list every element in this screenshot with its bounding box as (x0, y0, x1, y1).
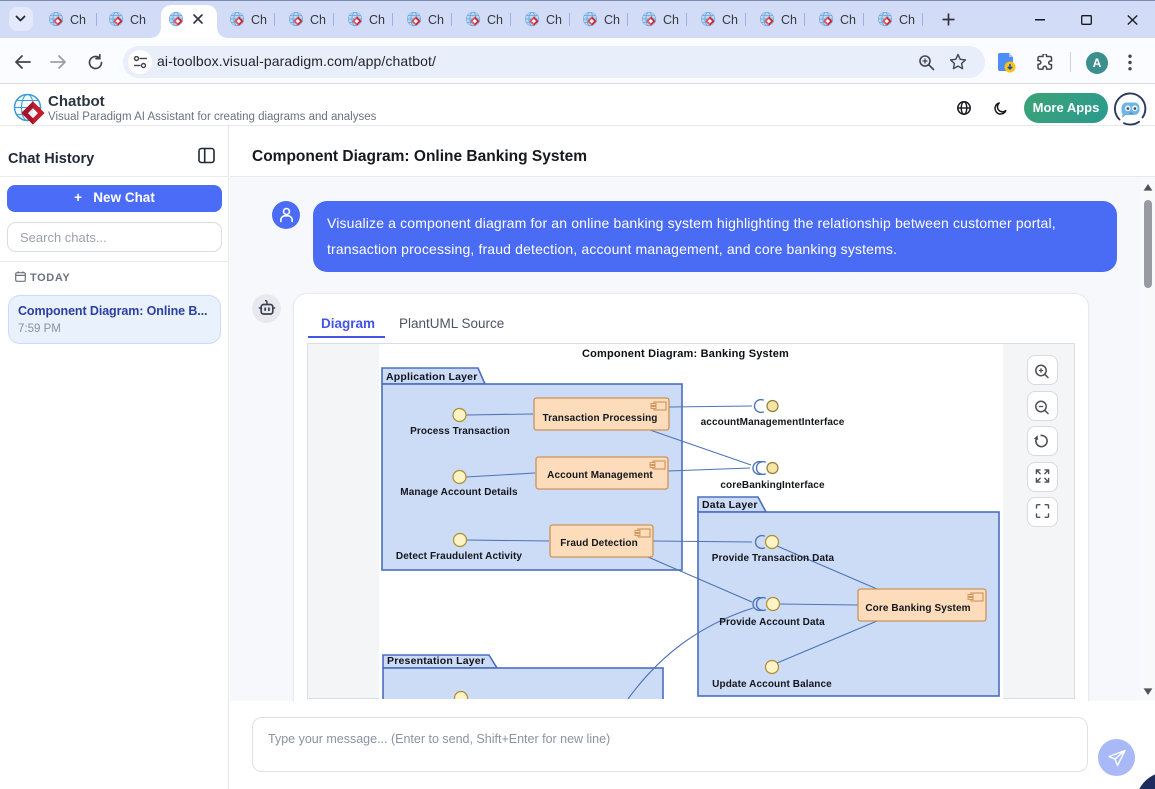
svg-text:Application Layer: Application Layer (386, 371, 478, 383)
svg-text:Process Transaction: Process Transaction (410, 426, 510, 437)
svg-text:Account Management: Account Management (547, 470, 653, 481)
svg-text:Update Account Balance: Update Account Balance (712, 679, 832, 690)
svg-text:Detect Fraudulent Activity: Detect Fraudulent Activity (396, 551, 522, 562)
svg-text:Manage Account Details: Manage Account Details (400, 487, 518, 498)
svg-text:Transaction Processing: Transaction Processing (542, 413, 657, 424)
svg-text:Component Diagram: Banking Sys: Component Diagram: Banking System (582, 348, 789, 360)
svg-text:Provide Transaction Data: Provide Transaction Data (712, 553, 835, 564)
svg-text:Presentation Layer: Presentation Layer (387, 655, 485, 667)
svg-text:Fraud Detection: Fraud Detection (560, 538, 638, 549)
svg-text:Provide Account Data: Provide Account Data (719, 617, 825, 628)
svg-text:Data Layer: Data Layer (702, 499, 758, 511)
svg-text:coreBankingInterface: coreBankingInterface (720, 480, 825, 491)
svg-text:Core Banking System: Core Banking System (865, 603, 970, 614)
svg-text:accountManagementInterface: accountManagementInterface (701, 417, 845, 428)
